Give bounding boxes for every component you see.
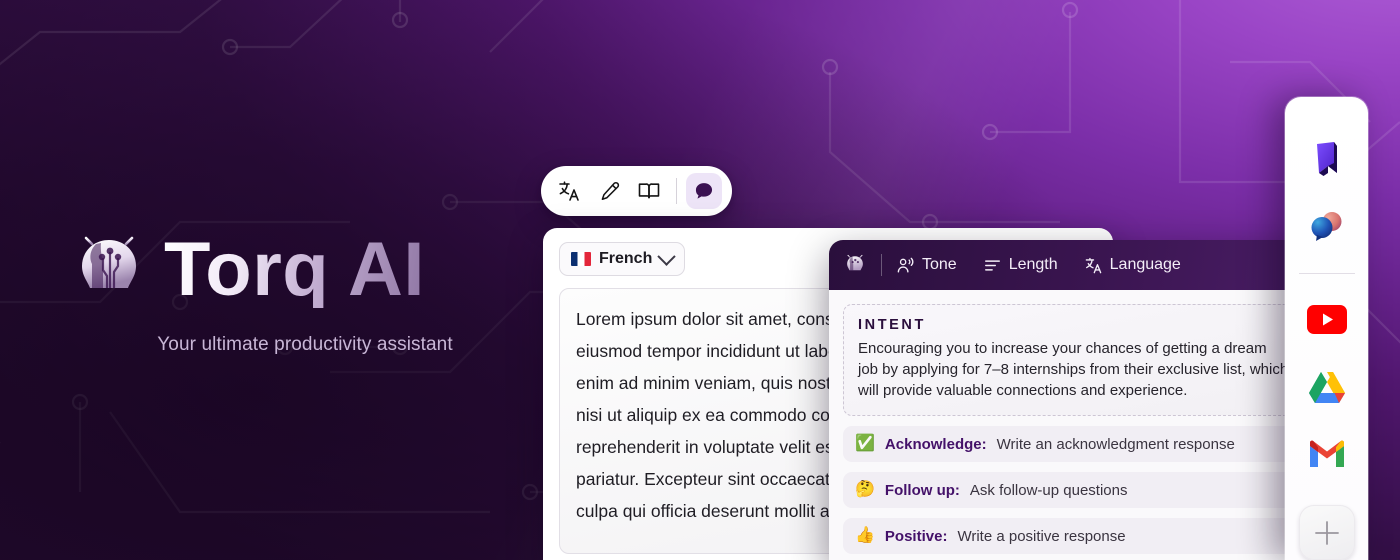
- toolbar-divider: [676, 178, 677, 204]
- sidebar-item-chats[interactable]: [1305, 204, 1349, 247]
- suggestion-title: Follow up:: [884, 481, 960, 499]
- lines-icon: [984, 259, 1000, 271]
- sidebar-app-gmail[interactable]: [1305, 432, 1349, 475]
- assistant-header: Tone Length Language: [829, 240, 1319, 290]
- language-selector[interactable]: French: [559, 242, 686, 276]
- lightbulb-circuit-head-icon: [74, 226, 144, 317]
- brand-tagline: Your ultimate productivity assistant: [157, 334, 453, 355]
- youtube-icon: [1306, 305, 1347, 335]
- app-sidebar: [1285, 97, 1368, 560]
- flag-france-icon: [571, 252, 591, 266]
- chat-bubbles-icon: [1311, 211, 1341, 241]
- tab-length-label: Length: [1008, 256, 1058, 273]
- person-sound-icon: [897, 257, 914, 273]
- suggestion-title: Positive:: [884, 527, 948, 545]
- tab-tone[interactable]: Tone: [896, 256, 957, 275]
- page-title: Torq AI: [164, 227, 426, 312]
- chat-bubble-icon: [695, 183, 713, 199]
- sidebar-divider: [1298, 273, 1355, 275]
- intent-text: Encouraging you to increase your chances…: [858, 340, 1289, 399]
- chat-bubble-icon-button[interactable]: [686, 173, 722, 209]
- intent-label: INTENT: [858, 317, 926, 333]
- tab-tone-label: Tone: [922, 256, 957, 273]
- pencil-icon: [601, 181, 619, 200]
- translate-icon: [1085, 257, 1101, 273]
- assistant-body: INTENT Encouraging you to increase your …: [829, 290, 1319, 560]
- tab-language[interactable]: Language: [1084, 256, 1181, 275]
- tab-language-label: Language: [1109, 256, 1181, 273]
- suggestion-description: Write a positive response: [957, 527, 1126, 545]
- suggestion-description: Ask follow-up questions: [969, 481, 1128, 499]
- gmail-icon: [1309, 440, 1344, 467]
- suggestion-follow-up[interactable]: 🤔 Follow up: Ask follow-up questions: [843, 472, 1305, 508]
- floating-toolbar: [541, 166, 732, 216]
- lightbulb-circuit-head-icon: [844, 251, 866, 279]
- brand-block: Torq AI Your ultimate productivity assis…: [70, 222, 540, 356]
- assistant-panel: Tone Length Language INTENT Encouraging …: [829, 240, 1319, 560]
- book-icon-button[interactable]: [631, 173, 667, 209]
- thinking-face-emoji-icon: 🤔: [855, 481, 875, 498]
- translate-icon: [559, 181, 579, 201]
- intent-card: INTENT Encouraging you to increase your …: [843, 304, 1305, 416]
- translate-icon-button[interactable]: [551, 173, 587, 209]
- suggestion-positive[interactable]: 👍 Positive: Write a positive response: [843, 518, 1305, 554]
- assistant-header-divider: [881, 254, 882, 276]
- suggestion-title: Acknowledge:: [884, 435, 987, 453]
- plus-icon: [1314, 520, 1339, 545]
- screenshot-root: Torq AI Your ultimate productivity assis…: [0, 0, 1400, 560]
- thumbs-up-emoji-icon: 👍: [855, 527, 875, 544]
- google-drive-icon: [1308, 371, 1345, 403]
- bookmark-icon: [1316, 141, 1337, 176]
- sidebar-app-youtube[interactable]: [1305, 298, 1349, 341]
- add-app-button[interactable]: [1298, 505, 1355, 560]
- chevron-down-icon: [657, 246, 677, 266]
- brand-row: Torq AI: [70, 222, 540, 318]
- check-emoji-icon: ✅: [855, 435, 875, 452]
- pencil-icon-button[interactable]: [591, 173, 627, 209]
- suggestion-acknowledge[interactable]: ✅ Acknowledge: Write an acknowledgment r…: [843, 426, 1305, 462]
- sidebar-app-google-drive[interactable]: [1305, 365, 1349, 408]
- suggestion-description: Write an acknowledgment response: [996, 435, 1235, 453]
- tab-length[interactable]: Length: [983, 256, 1058, 275]
- sidebar-item-bookmark[interactable]: [1305, 137, 1349, 180]
- language-selector-label: French: [599, 250, 653, 267]
- book-icon: [638, 183, 660, 199]
